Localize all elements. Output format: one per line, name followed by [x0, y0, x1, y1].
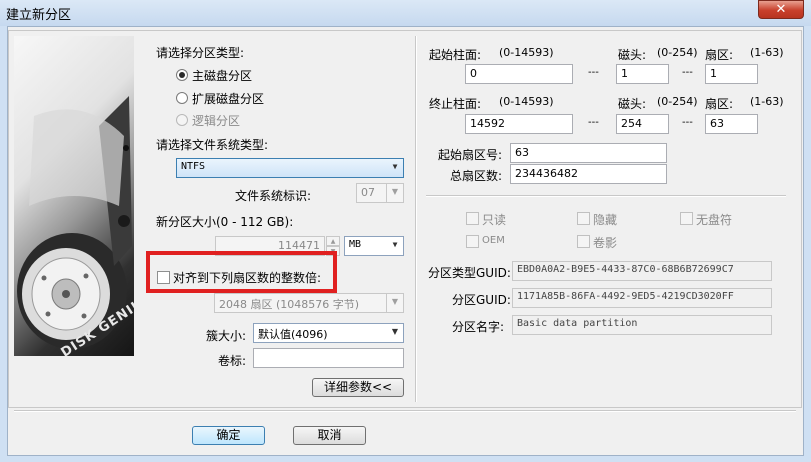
dash-separator: ---	[588, 117, 599, 128]
end-head-range: (0-254)	[657, 95, 698, 108]
hidden-checkbox	[577, 212, 590, 225]
ok-button[interactable]: 确定	[192, 426, 265, 445]
radio-primary-label[interactable]: 主磁盘分区	[192, 67, 252, 84]
partition-type-label: 请选择分区类型:	[156, 46, 245, 60]
start-sector-number-label: 起始扇区号:	[438, 148, 503, 162]
start-sector-input[interactable]: 1	[705, 64, 758, 84]
volume-label-label: 卷标:	[218, 354, 247, 368]
volume-label-input[interactable]	[253, 348, 404, 368]
filesystem-label: 请选择文件系统类型:	[156, 138, 269, 152]
highlight-box	[146, 251, 337, 293]
radio-logical	[176, 114, 188, 126]
window-title: 建立新分区	[6, 8, 72, 23]
size-unit-value: MB	[349, 239, 362, 250]
dash-separator: ---	[588, 67, 599, 78]
radio-primary[interactable]	[176, 69, 188, 81]
end-cylinder-range: (0-14593)	[499, 95, 554, 108]
partition-type-guid-field: EBD0A0A2-B9E5-4433-87C0-68B6B72699C7	[512, 261, 772, 281]
partition-guid-label: 分区GUID:	[452, 293, 511, 307]
end-sector-label: 扇区:	[705, 97, 734, 111]
total-sectors-label: 总扇区数:	[450, 169, 503, 183]
end-cylinder-label: 终止柱面:	[429, 97, 482, 111]
size-spin-up: ▲	[326, 236, 340, 246]
bottom-separator	[14, 410, 796, 412]
close-button[interactable]: ✕	[758, 0, 804, 19]
start-sector-label: 扇区:	[705, 48, 734, 62]
end-cylinder-input[interactable]: 14592	[465, 114, 573, 134]
start-cylinder-input[interactable]: 0	[465, 64, 573, 84]
cluster-select-value: 默认值(4096)	[258, 328, 328, 341]
size-unit-select[interactable]: MB ▼	[344, 236, 404, 256]
disk-genius-image: DISK GENIUS	[14, 36, 134, 356]
partition-guid-field: 1171A85B-86FA-4492-9ED5-4219CD3020FF	[512, 288, 772, 308]
start-sector-range: (1-63)	[750, 46, 784, 59]
readonly-checkbox	[466, 212, 479, 225]
start-head-input[interactable]: 1	[616, 64, 669, 84]
total-sectors-input[interactable]: 234436482	[510, 164, 667, 184]
radio-logical-label: 逻辑分区	[192, 114, 241, 128]
start-sector-number-input[interactable]: 63	[510, 143, 667, 163]
align-select: 2048 扇区 (1048576 字节) ▼	[214, 293, 404, 313]
partition-type-guid-label: 分区类型GUID:	[428, 266, 511, 280]
advanced-params-button[interactable]: 详细参数<<	[312, 378, 404, 397]
hidden-label: 隐藏	[593, 213, 618, 227]
vertical-separator	[415, 36, 417, 402]
start-cylinder-label: 起始柱面:	[429, 48, 482, 62]
fs-id-label: 文件系统标识:	[235, 189, 312, 203]
right-separator	[426, 195, 786, 197]
no-drive-letter-label: 无盘符	[696, 213, 733, 227]
partition-name-field: Basic data partition	[512, 315, 772, 335]
shadow-label: 卷影	[593, 236, 618, 250]
align-select-value: 2048 扇区 (1048576 字节)	[219, 298, 360, 311]
end-sector-range: (1-63)	[750, 95, 784, 108]
chevron-down-icon: ▼	[387, 324, 403, 342]
cluster-label: 簇大小:	[206, 329, 247, 343]
disk-drive-icon	[17, 96, 132, 349]
start-cylinder-range: (0-14593)	[499, 46, 554, 59]
cancel-button[interactable]: 取消	[293, 426, 366, 445]
chevron-down-icon: ▼	[392, 162, 398, 171]
end-sector-input[interactable]: 63	[705, 114, 758, 134]
end-head-input[interactable]: 254	[616, 114, 669, 134]
readonly-label: 只读	[482, 213, 507, 227]
start-head-label: 磁头:	[618, 48, 647, 62]
start-head-range: (0-254)	[657, 46, 698, 59]
shadow-checkbox	[577, 235, 590, 248]
radio-extended-label[interactable]: 扩展磁盘分区	[192, 90, 264, 107]
dash-separator: ---	[682, 117, 693, 128]
radio-extended[interactable]	[176, 92, 188, 104]
dash-separator: ---	[682, 67, 693, 78]
fs-id-value: 07	[361, 186, 375, 199]
chevron-down-icon: ▼	[387, 237, 403, 255]
chevron-down-icon: ▼	[386, 184, 403, 202]
no-drive-letter-checkbox	[680, 212, 693, 225]
cluster-select[interactable]: 默认值(4096) ▼	[253, 323, 404, 343]
fs-id-select: 07 ▼	[356, 183, 404, 203]
end-head-label: 磁头:	[618, 97, 647, 111]
oem-checkbox	[466, 235, 479, 248]
oem-label: OEM	[482, 235, 505, 246]
title-bar	[0, 0, 811, 26]
partition-name-label: 分区名字:	[452, 320, 505, 334]
size-label: 新分区大小(0 - 112 GB):	[156, 215, 294, 229]
filesystem-select[interactable]: NTFS ▼	[176, 158, 404, 178]
filesystem-select-value: NTFS	[181, 161, 206, 172]
chevron-down-icon: ▼	[386, 294, 403, 312]
